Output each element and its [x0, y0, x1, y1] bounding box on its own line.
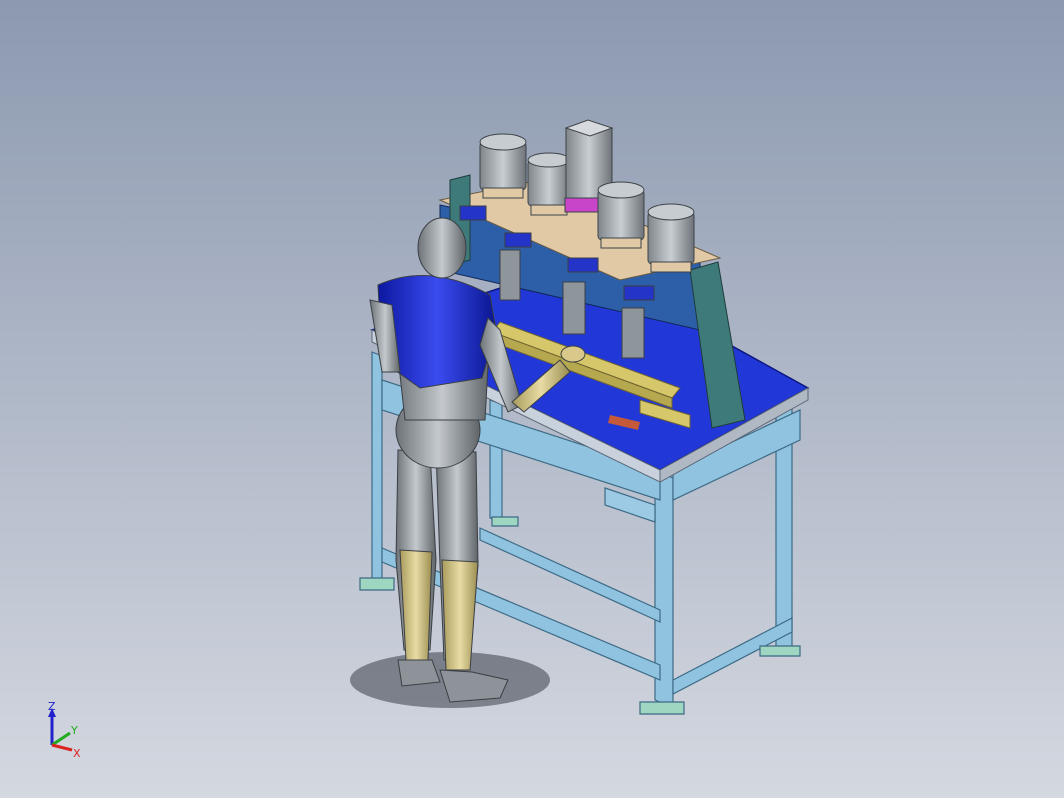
- spindle: [562, 281, 586, 335]
- servo-motor: [479, 133, 527, 199]
- mannequin-shin: [399, 549, 433, 661]
- z-axis-label: Z: [48, 700, 56, 713]
- cad-viewport[interactable]: Z Y X: [0, 0, 1064, 798]
- mannequin-foot: [397, 659, 441, 687]
- spindle-clamp: [567, 257, 599, 273]
- spindle-clamp: [459, 205, 487, 221]
- mannequin-head: [417, 217, 467, 279]
- y-axis-icon: [51, 731, 71, 747]
- spindle-clamp: [623, 285, 655, 301]
- spindle: [621, 307, 645, 359]
- x-axis-icon: [51, 743, 73, 752]
- spindle: [499, 249, 521, 301]
- y-axis-label: Y: [70, 724, 78, 737]
- workstation-model[interactable]: [0, 0, 1064, 798]
- leveling-foot: [491, 516, 519, 527]
- mannequin-hand: [560, 345, 586, 363]
- table-leg: [371, 351, 383, 589]
- coordinate-triad: Z Y X: [48, 700, 81, 760]
- spindle-clamp: [504, 232, 532, 248]
- servo-motor: [597, 181, 645, 249]
- leveling-foot: [759, 645, 801, 657]
- leveling-foot: [359, 577, 395, 591]
- leveling-foot: [639, 701, 685, 715]
- servo-motor: [647, 203, 695, 273]
- servo-motor: [527, 152, 571, 216]
- x-axis-label: X: [73, 747, 81, 760]
